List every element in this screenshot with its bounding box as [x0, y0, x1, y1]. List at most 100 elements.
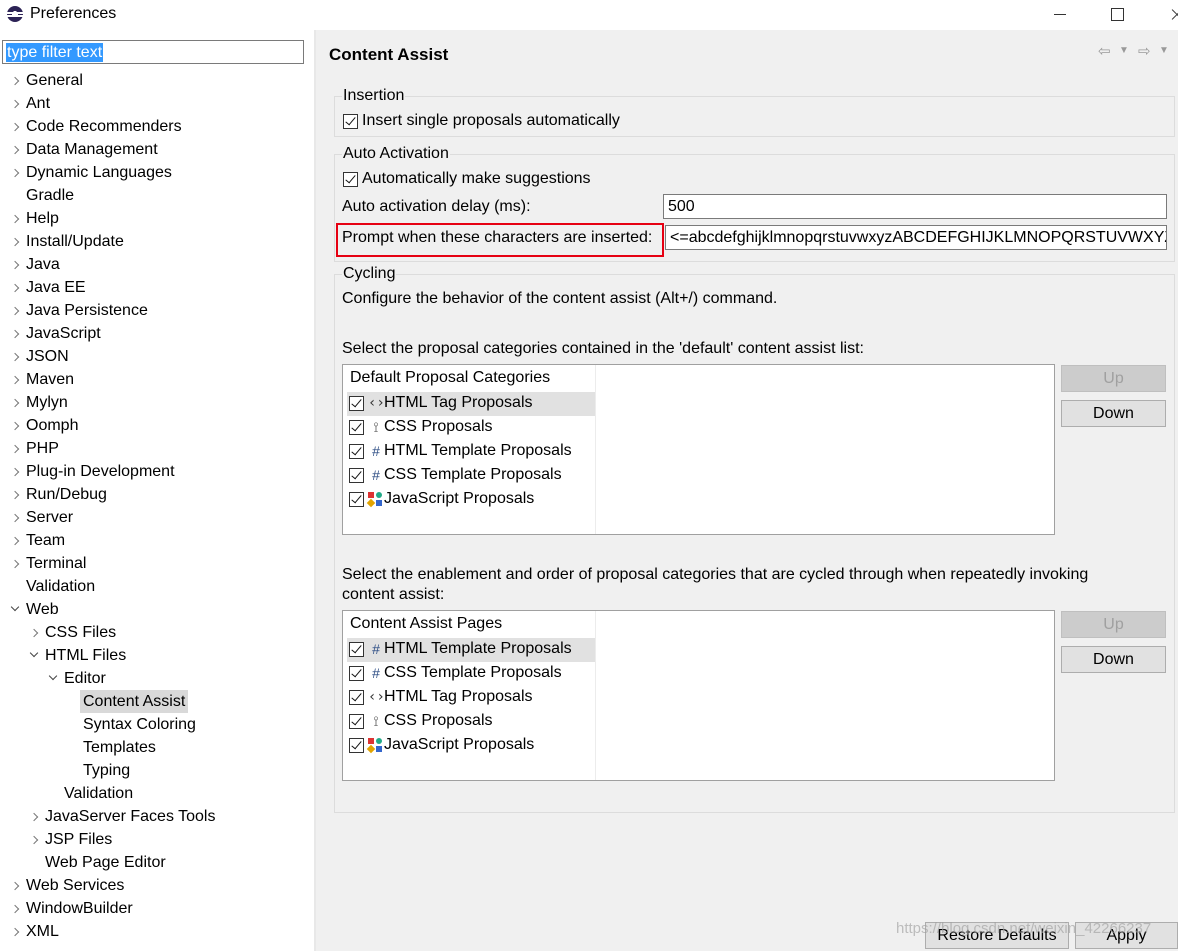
default-up-button[interactable]: Up: [1061, 365, 1166, 392]
tree-item[interactable]: WindowBuilder: [0, 897, 314, 920]
chevron-right-icon[interactable]: [10, 345, 20, 368]
tree-item[interactable]: Dynamic Languages: [0, 161, 314, 184]
proposal-checkbox[interactable]: [349, 444, 364, 459]
chevron-right-icon[interactable]: [10, 874, 20, 897]
chevron-down-icon[interactable]: [10, 598, 20, 621]
back-icon[interactable]: ⇦: [1098, 42, 1111, 60]
minimize-button[interactable]: [1038, 0, 1084, 30]
proposal-checkbox[interactable]: [349, 396, 364, 411]
tree-item[interactable]: Data Management: [0, 138, 314, 161]
proposal-checkbox[interactable]: [349, 714, 364, 729]
table-row[interactable]: ‹› HTML Tag Proposals: [347, 392, 595, 416]
tree-item[interactable]: JSON: [0, 345, 314, 368]
proposal-checkbox[interactable]: [349, 666, 364, 681]
tree-item[interactable]: Validation: [0, 575, 314, 598]
chevron-right-icon[interactable]: [10, 897, 20, 920]
tree-item[interactable]: Validation: [0, 782, 314, 805]
tree-item[interactable]: Team: [0, 529, 314, 552]
chevron-right-icon[interactable]: [10, 253, 20, 276]
tree-item[interactable]: Typing: [0, 759, 314, 782]
tree-item[interactable]: Content Assist: [0, 690, 314, 713]
table-row[interactable]: ‹› HTML Tag Proposals: [347, 686, 595, 710]
chevron-right-icon[interactable]: [10, 115, 20, 138]
filter-input[interactable]: type filter text: [2, 40, 304, 64]
proposal-checkbox[interactable]: [349, 420, 364, 435]
tree-item[interactable]: Templates: [0, 736, 314, 759]
make-suggestions-checkbox[interactable]: [343, 172, 358, 187]
forward-menu-chevron-down-icon[interactable]: ▼: [1159, 45, 1169, 56]
tree-item[interactable]: Web Page Editor: [0, 851, 314, 874]
chevron-right-icon[interactable]: [29, 805, 39, 828]
tree-item[interactable]: Terminal: [0, 552, 314, 575]
table-row[interactable]: JavaScript Proposals: [347, 488, 595, 512]
tree-item[interactable]: Web: [0, 598, 314, 621]
chevron-right-icon[interactable]: [10, 414, 20, 437]
tree-item[interactable]: Install/Update: [0, 230, 314, 253]
tree-item[interactable]: PHP: [0, 437, 314, 460]
table-row[interactable]: # HTML Template Proposals: [347, 638, 595, 662]
forward-icon[interactable]: ⇨: [1138, 42, 1151, 60]
maximize-button[interactable]: [1094, 0, 1140, 30]
delay-input[interactable]: 500: [663, 194, 1167, 219]
proposal-checkbox[interactable]: [349, 492, 364, 507]
tree-item[interactable]: Java Persistence: [0, 299, 314, 322]
tree-item[interactable]: XML: [0, 920, 314, 943]
single-proposals-checkbox[interactable]: [343, 114, 358, 129]
chevron-right-icon[interactable]: [10, 207, 20, 230]
proposal-checkbox[interactable]: [349, 738, 364, 753]
tree-item[interactable]: General: [0, 69, 314, 92]
chevron-right-icon[interactable]: [10, 460, 20, 483]
tree-item[interactable]: Code Recommenders: [0, 115, 314, 138]
tree-item[interactable]: Run/Debug: [0, 483, 314, 506]
chevron-right-icon[interactable]: [10, 69, 20, 92]
chevron-down-icon[interactable]: [48, 667, 58, 690]
default-proposal-table[interactable]: Default Proposal Categories ‹› HTML Tag P…: [342, 364, 1055, 535]
chevron-right-icon[interactable]: [29, 828, 39, 851]
table-row[interactable]: # CSS Template Proposals: [347, 662, 595, 686]
tree-item[interactable]: JSP Files: [0, 828, 314, 851]
tree-item[interactable]: Maven: [0, 368, 314, 391]
chevron-right-icon[interactable]: [10, 161, 20, 184]
chevron-right-icon[interactable]: [10, 920, 20, 943]
table-row[interactable]: ⟟ CSS Proposals: [347, 710, 595, 734]
tree-item[interactable]: Editor: [0, 667, 314, 690]
tree-item[interactable]: Server: [0, 506, 314, 529]
cycled-down-button[interactable]: Down: [1061, 646, 1166, 673]
chevron-right-icon[interactable]: [10, 299, 20, 322]
close-button[interactable]: [1150, 0, 1178, 30]
proposal-checkbox[interactable]: [349, 468, 364, 483]
chevron-right-icon[interactable]: [10, 138, 20, 161]
chevron-right-icon[interactable]: [10, 506, 20, 529]
tree-item[interactable]: Web Services: [0, 874, 314, 897]
chevron-right-icon[interactable]: [10, 230, 20, 253]
chevron-down-icon[interactable]: [29, 644, 39, 667]
cycled-up-button[interactable]: Up: [1061, 611, 1166, 638]
chevron-right-icon[interactable]: [10, 391, 20, 414]
tree-item[interactable]: Syntax Coloring: [0, 713, 314, 736]
content-assist-pages-table[interactable]: Content Assist Pages # HTML Template Prop…: [342, 610, 1055, 781]
table-row[interactable]: # HTML Template Proposals: [347, 440, 595, 464]
tree-item[interactable]: Gradle: [0, 184, 314, 207]
tree-item[interactable]: Oomph: [0, 414, 314, 437]
prompt-characters-input[interactable]: <=abcdefghijklmnopqrstuvwxyzABCDEFGHIJKL…: [665, 225, 1167, 250]
back-menu-chevron-down-icon[interactable]: ▼: [1119, 45, 1129, 56]
tree-item[interactable]: Help: [0, 207, 314, 230]
tree-item[interactable]: Java: [0, 253, 314, 276]
table-row[interactable]: JavaScript Proposals: [347, 734, 595, 758]
table-row[interactable]: ⟟ CSS Proposals: [347, 416, 595, 440]
chevron-right-icon[interactable]: [10, 437, 20, 460]
tree-item[interactable]: JavaScript: [0, 322, 314, 345]
chevron-right-icon[interactable]: [10, 483, 20, 506]
tree-item[interactable]: Java EE: [0, 276, 314, 299]
tree-item[interactable]: Ant: [0, 92, 314, 115]
tree-item[interactable]: HTML Files: [0, 644, 314, 667]
proposal-checkbox[interactable]: [349, 690, 364, 705]
table-row[interactable]: # CSS Template Proposals: [347, 464, 595, 488]
chevron-right-icon[interactable]: [10, 552, 20, 575]
chevron-right-icon[interactable]: [10, 529, 20, 552]
chevron-right-icon[interactable]: [29, 621, 39, 644]
proposal-checkbox[interactable]: [349, 642, 364, 657]
chevron-right-icon[interactable]: [10, 322, 20, 345]
tree-item[interactable]: Plug-in Development: [0, 460, 314, 483]
tree-item[interactable]: CSS Files: [0, 621, 314, 644]
